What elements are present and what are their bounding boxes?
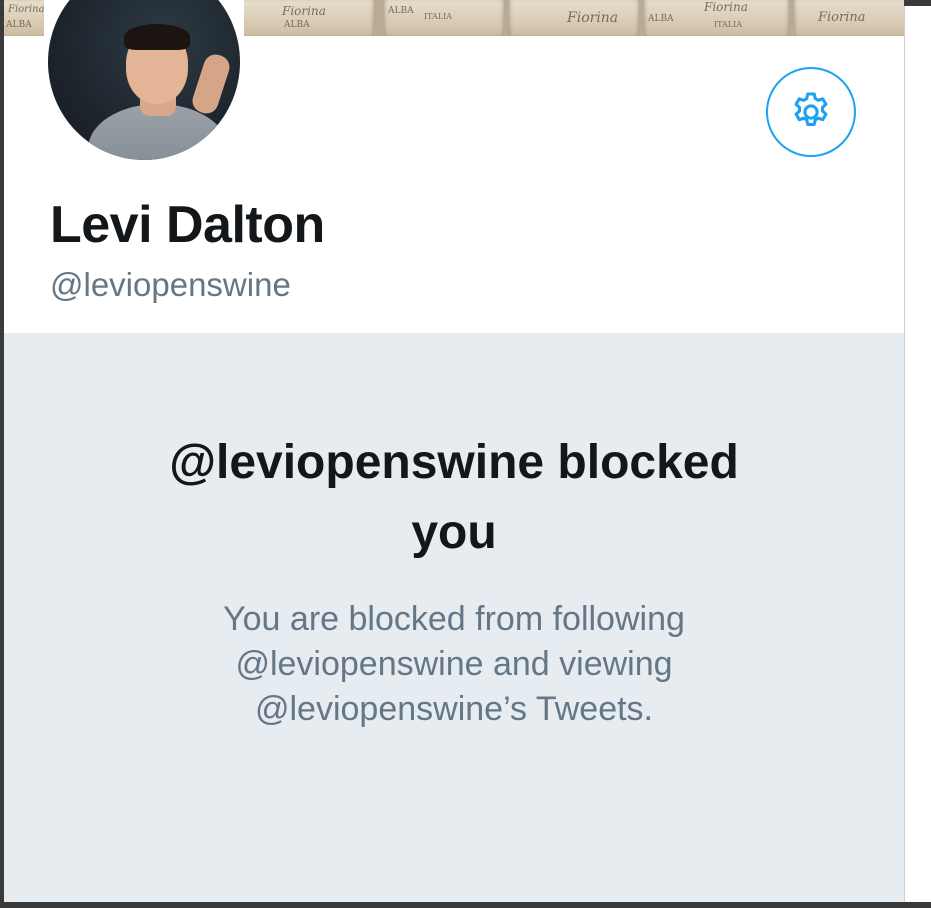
banner-label: Fiorina: [8, 4, 45, 15]
settings-button[interactable]: [766, 67, 856, 157]
avatar[interactable]: [44, 0, 244, 164]
blocked-message-line: You are blocked from following: [223, 600, 685, 638]
blocked-message: You are blocked from following @leviopen…: [154, 597, 754, 732]
display-name: Levi Dalton: [50, 196, 325, 254]
banner-label: ITALIA: [424, 12, 453, 21]
blocked-title-line: you: [411, 506, 497, 559]
banner-bottle: Fiorina: [794, 0, 904, 36]
banner-bottle: Fiorina: [509, 0, 639, 36]
blocked-title: @leviopenswine blocked you: [4, 428, 904, 568]
blocked-title-line: @leviopenswine blocked: [169, 436, 739, 489]
banner-label: ITALIA: [714, 20, 743, 29]
frame-right-top-edge: [904, 0, 931, 6]
banner-label: Fiorina: [704, 0, 748, 14]
banner-label: Fiorina: [818, 10, 866, 25]
profile-handle: @leviopenswine: [50, 266, 291, 303]
gear-icon: [794, 92, 828, 126]
avatar-arm: [189, 51, 233, 117]
avatar-hair: [124, 24, 190, 50]
frame-bottom-edge: [0, 902, 931, 908]
blocked-notice-panel: @leviopenswine blocked you You are block…: [4, 333, 904, 902]
blocked-message-line: @leviopenswine’s Tweets.: [254, 690, 654, 728]
frame-right-edge: [904, 0, 931, 908]
banner-bottle: Fiorina ALBA ITALIA: [644, 0, 789, 36]
banner-bottle: Fiorina ALBA: [224, 0, 374, 36]
blocked-message-line: @leviopenswine and viewing: [235, 645, 673, 683]
banner-label: ALBA: [388, 6, 414, 16]
banner-label: ALBA: [648, 14, 674, 24]
banner-label: ALBA: [6, 20, 32, 30]
banner-label: Fiorina: [282, 4, 326, 18]
banner-bottle: ALBA ITALIA: [384, 0, 504, 36]
profile-photo: [48, 0, 240, 160]
banner-label: ALBA: [284, 20, 310, 30]
banner-label: Fiorina: [567, 10, 619, 26]
